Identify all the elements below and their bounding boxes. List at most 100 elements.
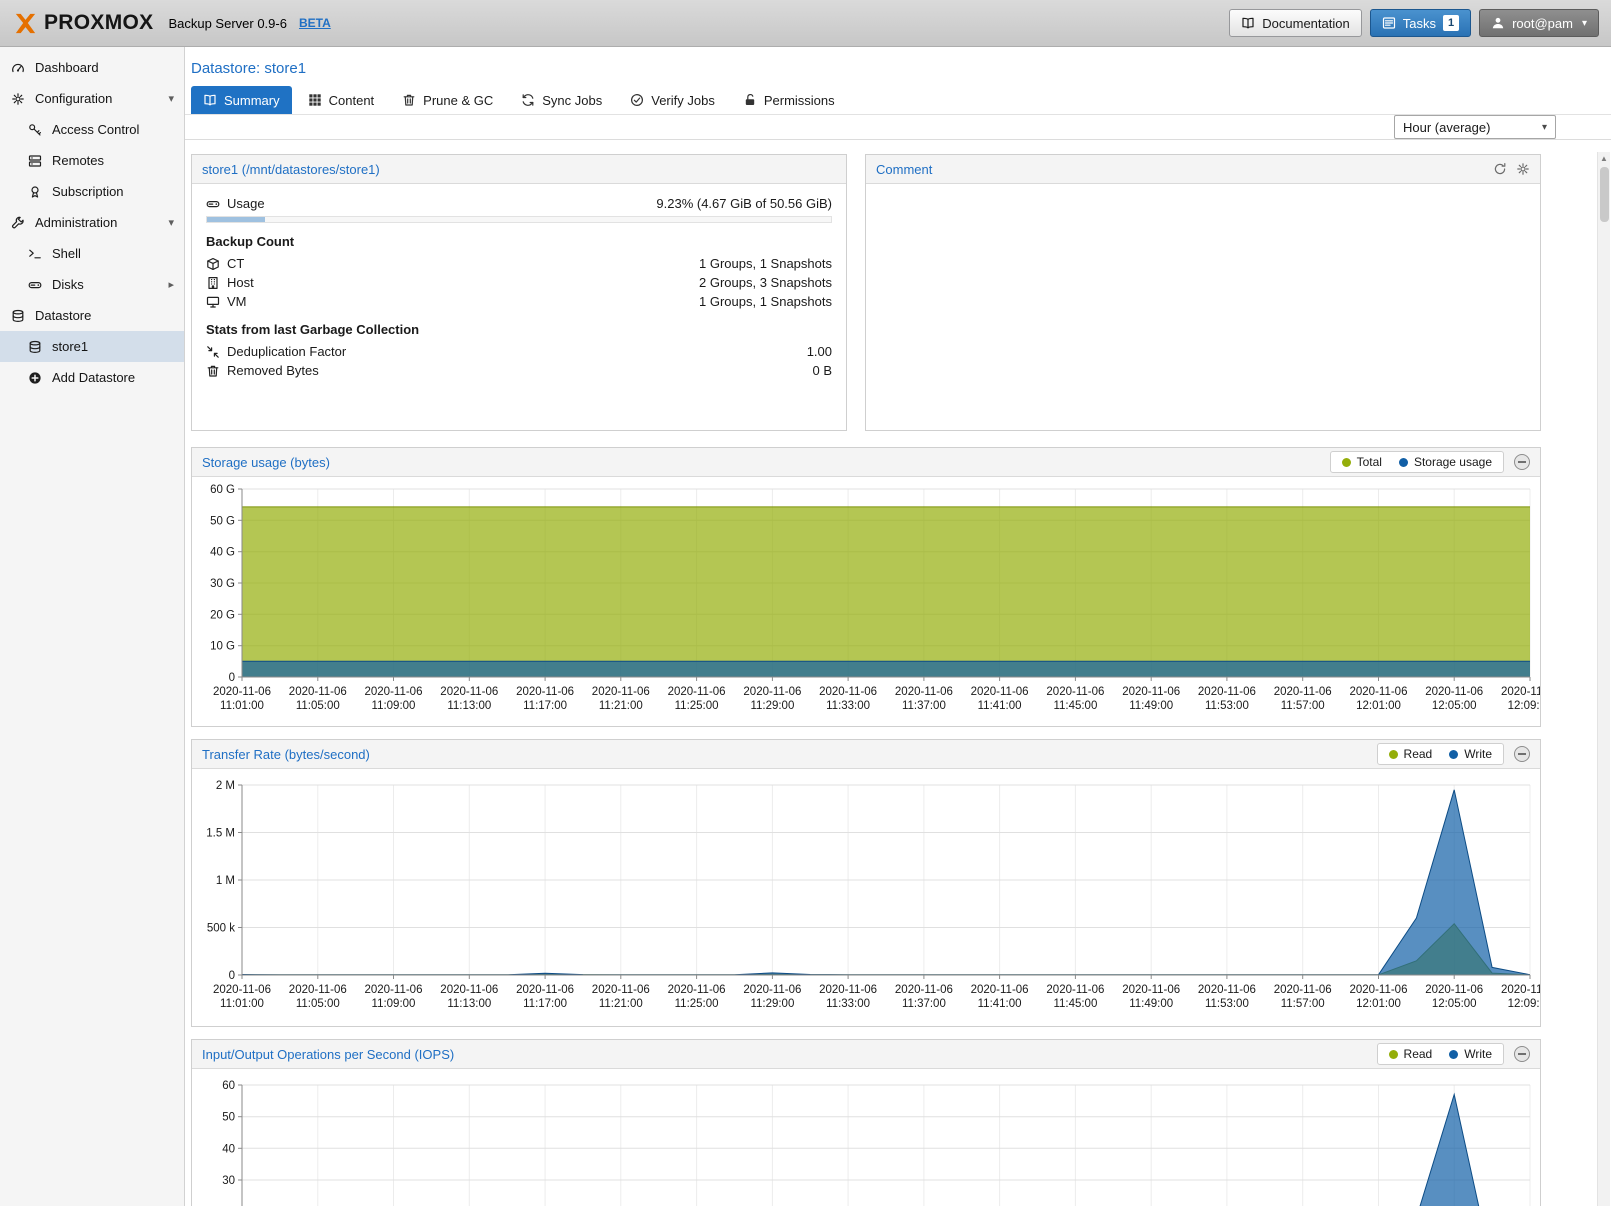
tab-label: Summary — [224, 93, 280, 108]
database-icon — [27, 340, 43, 354]
svg-text:11:21:00: 11:21:00 — [599, 700, 643, 712]
tab-prune-gc[interactable]: Prune & GC — [390, 86, 505, 114]
sidebar-item-label: Configuration — [35, 91, 112, 106]
tab-sync-jobs[interactable]: Sync Jobs — [509, 86, 614, 114]
collapse-icon[interactable] — [1514, 746, 1530, 762]
svg-text:2020-11-06: 2020-11-06 — [365, 686, 423, 698]
svg-text:12:05:00: 12:05:00 — [1432, 998, 1477, 1010]
legend-item-write[interactable]: Write — [1449, 1047, 1492, 1061]
tab-content[interactable]: Content — [296, 86, 387, 114]
sidebar-item-shell[interactable]: Shell — [0, 238, 184, 269]
vertical-scrollbar[interactable]: ▲ — [1597, 152, 1610, 1206]
sidebar-item-subscription[interactable]: Subscription — [0, 176, 184, 207]
collapse-icon[interactable] — [1514, 454, 1530, 470]
sidebar-item-access-control[interactable]: Access Control — [0, 114, 184, 145]
sidebar-item-label: Disks — [52, 277, 84, 292]
usage-label: Usage — [227, 196, 265, 211]
sidebar-item-datastore[interactable]: Datastore — [0, 300, 184, 331]
legend-item-read[interactable]: Read — [1389, 1047, 1433, 1061]
svg-text:2020-11-06: 2020-11-06 — [1198, 984, 1256, 996]
svg-text:2020-11-06: 2020-11-06 — [743, 984, 801, 996]
backup-count-heading: Backup Count — [206, 234, 832, 249]
legend-item-write[interactable]: Write — [1449, 747, 1492, 761]
transfer-rate-chart-legend: Read Write — [1377, 743, 1504, 765]
certificate-icon — [27, 185, 43, 199]
svg-text:2020-11-06: 2020-11-06 — [895, 984, 953, 996]
legend-item-storage-usage[interactable]: Storage usage — [1399, 455, 1492, 469]
beta-link[interactable]: BETA — [299, 16, 331, 30]
tasks-button[interactable]: Tasks 1 — [1370, 9, 1471, 37]
iops-chart-panel: Input/Output Operations per Second (IOPS… — [191, 1039, 1541, 1206]
main-content: Datastore: store1 SummaryContentPrune & … — [185, 47, 1611, 1206]
gc-stats-heading: Stats from last Garbage Collection — [206, 322, 832, 337]
tab-label: Content — [329, 93, 375, 108]
svg-text:11:33:00: 11:33:00 — [826, 700, 870, 712]
sidebar-item-store1[interactable]: store1 — [0, 331, 184, 362]
tab-permissions[interactable]: Permissions — [731, 86, 847, 114]
sidebar-item-configuration[interactable]: Configuration ▾ — [0, 83, 184, 114]
sidebar-item-disks[interactable]: Disks ▸ — [0, 269, 184, 300]
time-range-select[interactable]: Hour (average) ▾ — [1394, 115, 1556, 139]
legend-dot — [1389, 750, 1398, 759]
building-icon — [206, 276, 227, 290]
tab-label: Prune & GC — [423, 93, 493, 108]
backup-count-rows: CT1 Groups, 1 SnapshotsHost2 Groups, 3 S… — [206, 254, 832, 311]
gear-icon — [10, 92, 26, 106]
check-circle-icon — [630, 93, 644, 107]
comment-panel-title: Comment — [876, 162, 932, 177]
svg-text:11:41:00: 11:41:00 — [978, 700, 1022, 712]
svg-text:2020-11-06: 2020-11-06 — [668, 686, 726, 698]
svg-text:2 M: 2 M — [216, 780, 235, 792]
svg-text:2020-11-06: 2020-11-06 — [1425, 686, 1483, 698]
svg-text:2020-11-06: 2020-11-06 — [213, 686, 271, 698]
svg-text:2020-11-06: 2020-11-06 — [592, 686, 650, 698]
svg-text:0: 0 — [229, 970, 235, 982]
svg-text:11:53:00: 11:53:00 — [1205, 998, 1249, 1010]
sidebar-item-dashboard[interactable]: Dashboard — [0, 52, 184, 83]
usage-value: 9.23% (4.67 GiB of 50.56 GiB) — [656, 196, 832, 211]
svg-text:2020-11-06: 2020-11-06 — [1198, 686, 1256, 698]
server-icon — [27, 154, 43, 168]
sidebar-item-add-datastore[interactable]: Add Datastore — [0, 362, 184, 393]
sidebar-nav: Dashboard Configuration ▾ Access ControlRem… — [0, 52, 184, 393]
database-icon — [10, 309, 26, 323]
svg-text:2020-11-06: 2020-11-06 — [289, 984, 347, 996]
collapse-icon[interactable] — [1514, 1046, 1530, 1062]
comment-panel-body[interactable] — [866, 184, 1540, 204]
svg-text:11:13:00: 11:13:00 — [447, 700, 491, 712]
sidebar-item-label: store1 — [52, 339, 88, 354]
chevron-down-icon: ▾ — [1582, 18, 1587, 29]
legend-item-total[interactable]: Total — [1342, 455, 1382, 469]
scroll-up-icon[interactable]: ▲ — [1600, 152, 1608, 165]
svg-text:11:05:00: 11:05:00 — [296, 998, 340, 1010]
caret-down-icon[interactable]: ▾ — [168, 216, 174, 229]
storage-usage-chart-title: Storage usage (bytes) — [202, 455, 330, 470]
caret-right-icon[interactable]: ▸ — [168, 278, 174, 291]
grid-icon — [308, 93, 322, 107]
svg-text:11:33:00: 11:33:00 — [826, 998, 870, 1010]
documentation-button[interactable]: Documentation — [1229, 9, 1361, 37]
tasks-label: Tasks — [1403, 16, 1436, 31]
tab-summary[interactable]: Summary — [191, 86, 292, 114]
caret-down-icon[interactable]: ▾ — [168, 92, 174, 105]
deduplication-factor-row: Deduplication Factor1.00 — [206, 342, 832, 361]
svg-text:20 G: 20 G — [210, 609, 235, 621]
refresh-icon[interactable] — [1493, 162, 1507, 176]
datastore-panel-title: store1 (/mnt/datastores/store1) — [202, 162, 380, 177]
tab-label: Sync Jobs — [542, 93, 602, 108]
tab-verify-jobs[interactable]: Verify Jobs — [618, 86, 727, 114]
brand-name: PROXMOX — [44, 11, 153, 35]
svg-text:12:01:00: 12:01:00 — [1356, 998, 1401, 1010]
scrollbar-thumb[interactable] — [1600, 167, 1609, 222]
book-icon — [203, 93, 217, 107]
user-menu-button[interactable]: root@pam ▾ — [1479, 9, 1599, 37]
sidebar-item-administration[interactable]: Administration▾ — [0, 207, 184, 238]
svg-text:50: 50 — [222, 1112, 235, 1124]
sidebar-item-remotes[interactable]: Remotes — [0, 145, 184, 176]
legend-item-read[interactable]: Read — [1389, 747, 1433, 761]
svg-text:2020-11-06: 2020-11-06 — [1122, 686, 1180, 698]
svg-text:2020-11-06: 2020-11-06 — [289, 686, 347, 698]
gear-icon[interactable] — [1516, 162, 1530, 176]
svg-text:11:17:00: 11:17:00 — [523, 700, 567, 712]
svg-text:2020-11-06: 2020-11-06 — [1501, 686, 1540, 698]
